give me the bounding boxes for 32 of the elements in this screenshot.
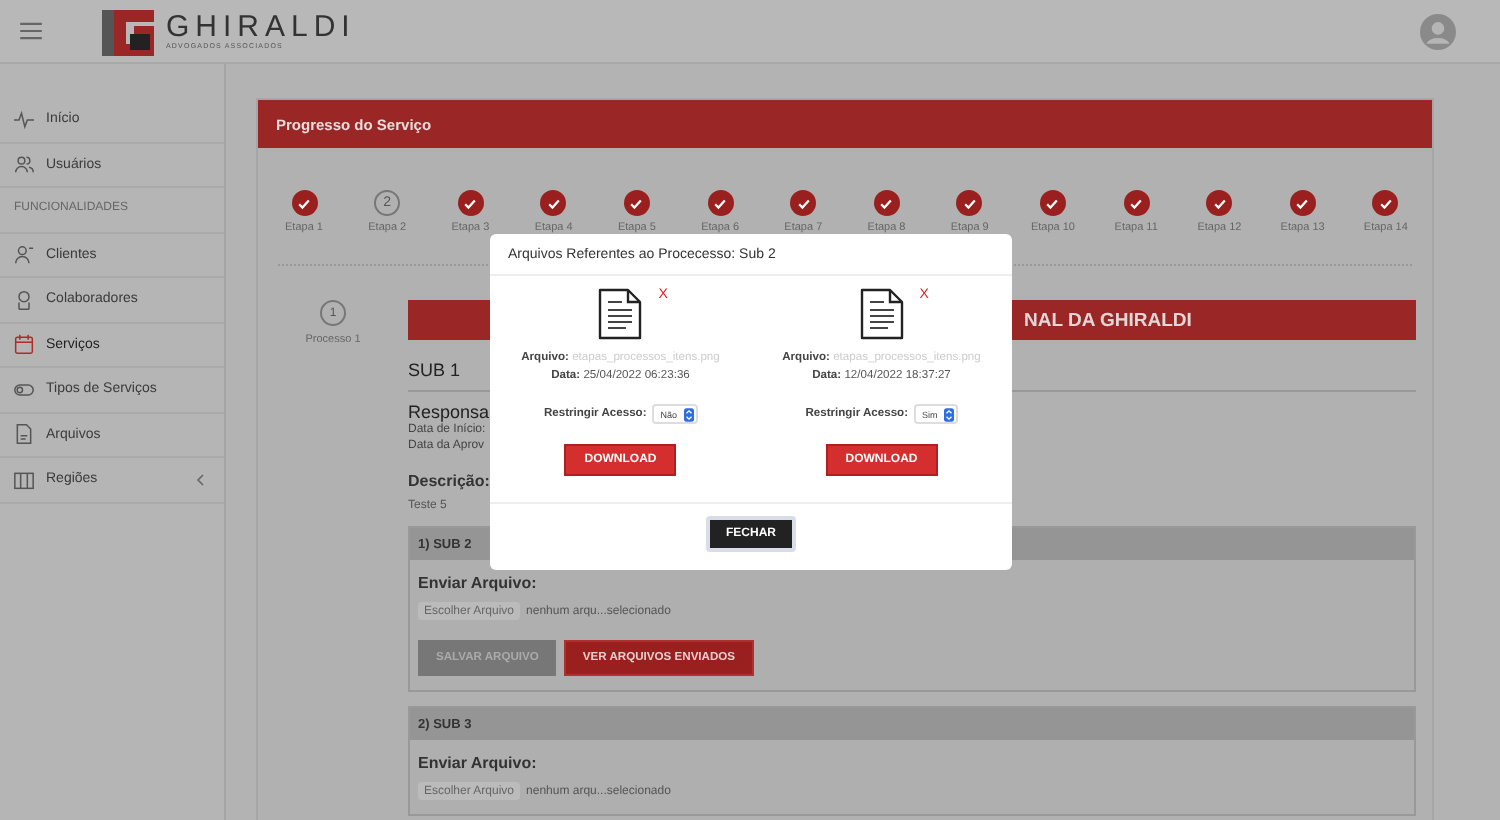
users-icon	[14, 154, 34, 175]
upload-label: Enviar Arquivo:	[418, 754, 539, 772]
responsible-heading: Responsa	[408, 402, 490, 422]
pulse-icon	[14, 109, 34, 130]
check-icon[interactable]	[1289, 190, 1316, 216]
check-icon[interactable]	[790, 190, 817, 216]
user-icon	[14, 244, 34, 265]
check-icon[interactable]	[457, 190, 484, 216]
banner-text: NAL DA GHIRALDI	[1024, 309, 1192, 331]
toggle-icon	[14, 379, 34, 400]
check-icon[interactable]	[956, 190, 983, 216]
badge-icon	[14, 289, 34, 310]
check-icon[interactable]	[540, 190, 567, 216]
document-icon	[857, 288, 906, 340]
menu-icon[interactable]	[20, 22, 42, 40]
map-icon	[14, 469, 34, 490]
description-heading: Descrição:	[408, 472, 490, 490]
check-icon[interactable]	[623, 190, 650, 216]
check-icon[interactable]	[1039, 190, 1066, 216]
document-icon	[14, 424, 34, 445]
logo-text: GHIRALDI	[166, 12, 356, 42]
upload-label: Enviar Arquivo:	[418, 574, 539, 592]
check-icon[interactable]	[1123, 190, 1150, 216]
stepper-icon	[683, 407, 694, 421]
calendar-icon	[14, 334, 34, 355]
check-icon[interactable]	[707, 190, 734, 216]
check-icon[interactable]	[291, 190, 317, 216]
check-icon[interactable]	[1206, 190, 1233, 216]
check-icon[interactable]	[1372, 190, 1399, 216]
document-icon	[596, 288, 645, 340]
check-icon[interactable]	[873, 190, 900, 216]
stepper-icon	[943, 407, 954, 421]
